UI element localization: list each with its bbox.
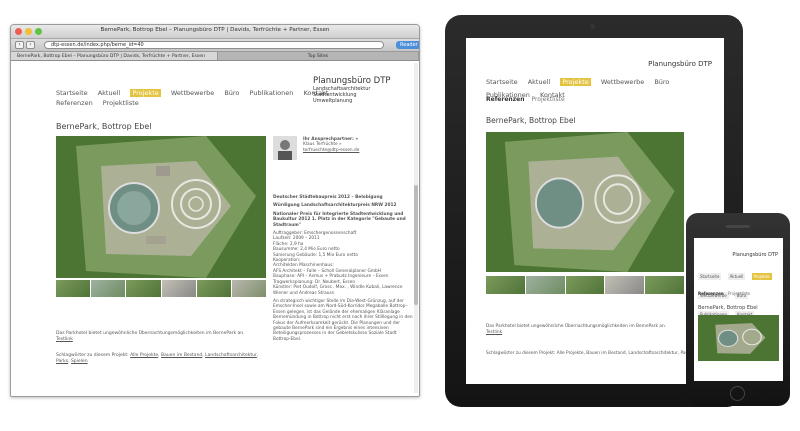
subnav-referenzen[interactable]: Referenzen: [698, 291, 724, 296]
thumbnail[interactable]: [645, 276, 684, 294]
caption-link[interactable]: Testlink: [486, 330, 502, 335]
thumbnail[interactable]: [91, 280, 126, 297]
forward-arrow-icon[interactable]: ›: [26, 41, 35, 49]
caption-text: Das Parkhotel bietet ungewöhnliche Übern…: [56, 331, 245, 336]
window-title: BernePark, Bottrop Ebel – Planungsbüro D…: [100, 27, 330, 33]
tablet-subnav: Referenzen Projektliste: [486, 96, 565, 103]
aerial-park-image: [56, 136, 266, 278]
award-1: Deutscher Städtebaupreis 2012 – Belobigu…: [273, 195, 383, 200]
photo-caption: Das Parkhotel bietet ungewöhnliche Übern…: [56, 331, 266, 343]
thumbnail[interactable]: [126, 280, 161, 297]
award-2: Würdigung Landschaftsarchitekturpreis NR…: [273, 203, 397, 209]
logo-title: Planungsbüro DTP: [313, 76, 391, 86]
phone-page-title: BernePark, Bottrop Ebel: [698, 305, 758, 311]
tag-link[interactable]: Alle Projekte: [130, 353, 158, 358]
nav-aktuell[interactable]: Aktuell: [528, 78, 551, 86]
address-bar[interactable]: dtp-essen.de/index.php/berne_id=40: [44, 41, 384, 49]
nav-wettbewerbe[interactable]: Wettbewerbe: [601, 78, 644, 86]
subnav-referenzen[interactable]: Referenzen: [56, 99, 93, 107]
tag-link[interactable]: Spielen: [71, 359, 88, 364]
logo-line-3: Umweltplanung: [313, 98, 353, 104]
fact-line: Künstler: Piet Oudolf, Gross . Max. , Wi…: [273, 285, 403, 296]
tab-bar: BernePark, Bottrop Ebel – Planungsbüro D…: [11, 52, 419, 61]
tag-link[interactable]: Landschaftsarchitektur: [205, 353, 257, 358]
tags-label: Schlagwörter zu diesem Projekt:: [56, 353, 129, 358]
tablet-page-title: BernePark, Bottrop Ebel: [486, 116, 576, 125]
tablet-project-photo[interactable]: [486, 132, 684, 272]
tag-link[interactable]: Bauen im Bestand: [161, 353, 202, 358]
tablet-caption: Das Parkhotel bietet ungewöhnliche Übern…: [486, 324, 696, 336]
project-details: Deutscher Städtebaupreis 2012 – Belobigu…: [273, 195, 413, 342]
subnav-projektliste[interactable]: Projektliste: [531, 96, 564, 103]
desktop-browser-window: BernePark, Bottrop Ebel – Planungsbüro D…: [10, 24, 420, 397]
tablet-thumbnail-strip: [486, 276, 684, 294]
tab-bernepark[interactable]: BernePark, Bottrop Ebel – Planungsbüro D…: [11, 52, 218, 60]
phone-project-photo[interactable]: [698, 315, 779, 361]
project-photo[interactable]: [56, 136, 266, 278]
thumbnail-strip: [56, 280, 267, 297]
nav-buero[interactable]: Büro: [654, 78, 669, 86]
reader-button[interactable]: Reader: [396, 41, 419, 49]
thumbnail[interactable]: [161, 280, 196, 297]
nav-startseite[interactable]: Startseite: [486, 78, 518, 86]
aerial-park-image: [486, 132, 684, 272]
thumbnail[interactable]: [565, 276, 605, 294]
person-icon: [278, 140, 292, 160]
contact-avatar: [273, 136, 297, 160]
camera-icon: [590, 24, 595, 29]
award-3: Nationaler Preis für Integrierte Stadten…: [273, 211, 406, 228]
tab-top-sites[interactable]: Top Sites: [218, 52, 419, 60]
site-logo[interactable]: Planungsbüro DTP Landschaftsarchitektur …: [313, 76, 391, 104]
phone-logo[interactable]: Planungsbüro DTP: [732, 252, 778, 258]
thumbnail[interactable]: [605, 276, 645, 294]
browser-toolbar: ‹ › dtp-essen.de/index.php/berne_id=40 R…: [11, 39, 419, 52]
back-arrow-icon[interactable]: ‹: [15, 41, 24, 49]
contact-block: Ihr Ansprechpartner: » Klaus Terfrüchte …: [303, 137, 413, 153]
tag-link[interactable]: Parks: [56, 359, 68, 364]
speaker-icon: [726, 225, 750, 228]
window-titlebar: BernePark, Bottrop Ebel – Planungsbüro D…: [11, 25, 419, 39]
subnav-projektliste[interactable]: Projektliste: [728, 291, 750, 296]
thumbnail[interactable]: [486, 276, 525, 294]
thumbnail[interactable]: [525, 276, 565, 294]
thumbnail[interactable]: [196, 280, 231, 297]
contact-email-link[interactable]: terfruechte@dtp-essen.de: [303, 148, 413, 153]
subnav-projektliste[interactable]: Projektliste: [103, 99, 139, 107]
nav-buero[interactable]: Büro: [224, 89, 239, 97]
caption-link[interactable]: Testlink: [56, 337, 73, 342]
home-button[interactable]: [730, 386, 745, 401]
thumbnail[interactable]: [56, 280, 91, 297]
sub-nav: Referenzen Projektliste: [56, 90, 144, 109]
phone-device: Planungsbüro DTP Startseite Aktuell Proj…: [686, 213, 790, 406]
nav-publikationen[interactable]: Publikationen: [250, 89, 294, 97]
nav-wettbewerbe[interactable]: Wettbewerbe: [171, 89, 214, 97]
phone-subnav: Referenzen Projektliste: [698, 291, 750, 296]
thumbnail[interactable]: [231, 280, 267, 297]
nav-projekte[interactable]: Projekte: [751, 273, 772, 280]
page-title: BernePark, Bottrop Ebel: [56, 122, 152, 131]
phone-screen: Planungsbüro DTP Startseite Aktuell Proj…: [694, 238, 783, 381]
aerial-park-image: [698, 315, 779, 361]
tablet-logo[interactable]: Planungsbüro DTP: [648, 60, 712, 68]
tablet-tags-line: Schlagwörter zu diesem Projekt: Alle Pro…: [486, 351, 711, 356]
caption-text: Das Parkhotel bietet ungewöhnliche Übern…: [486, 324, 667, 329]
project-description: An strategisch wichtiger Stelle im Dia-W…: [273, 298, 413, 342]
nav-aktuell[interactable]: Aktuell: [727, 273, 746, 280]
nav-projekte[interactable]: Projekte: [560, 78, 591, 86]
subnav-referenzen[interactable]: Referenzen: [486, 96, 525, 103]
nav-startseite[interactable]: Startseite: [698, 273, 722, 280]
tags-line: Schlagwörter zu diesem Projekt: Alle Pro…: [56, 353, 259, 364]
scrollbar-thumb[interactable]: [414, 185, 418, 305]
